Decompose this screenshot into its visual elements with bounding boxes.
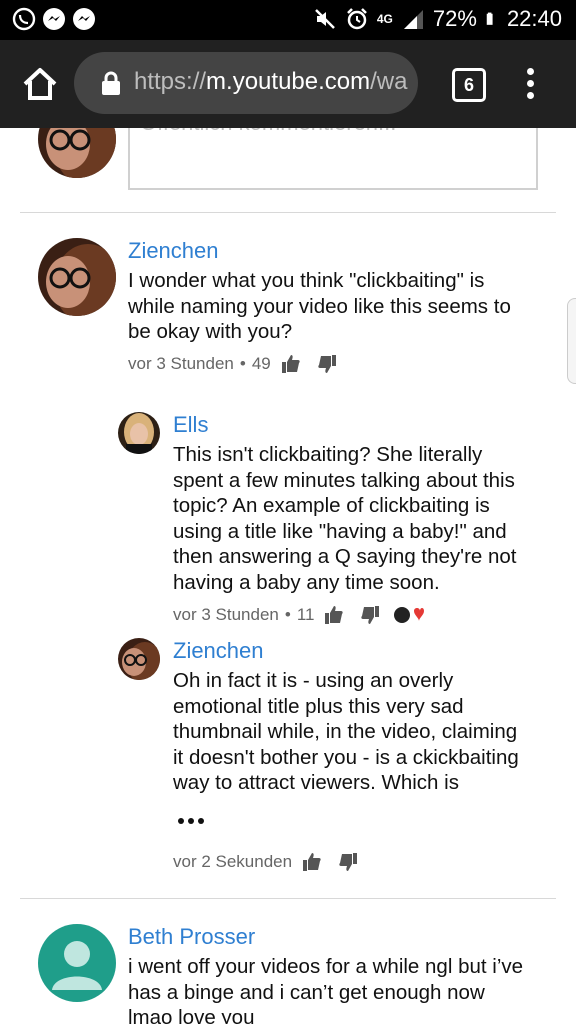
browser-toolbar: https://m.youtube.com/wa 6 [0, 40, 576, 128]
avatar [118, 638, 160, 680]
status-bar: 4G 72% 22:40 [0, 0, 576, 40]
comment-author[interactable]: Zienchen [128, 238, 219, 264]
url-host: m.youtube.com [206, 68, 371, 95]
like-icon[interactable] [324, 605, 344, 625]
messenger-icon [73, 8, 95, 30]
comment-meta: vor 3 Stunden • 11 [173, 605, 425, 625]
comment-text: i went off your videos for a while ngl b… [128, 955, 524, 1024]
comment-time: vor 3 Stunden [128, 354, 234, 373]
comment-text: This isn't clickbaiting? She literally s… [173, 443, 517, 594]
scroll-handle[interactable] [567, 298, 576, 384]
url-scheme: https:// [134, 68, 207, 95]
url-path: /wa [370, 68, 408, 95]
comment-time: vor 3 Stunden [173, 605, 279, 624]
avatar [38, 128, 116, 178]
comment-time: vor 2 Sekunden [173, 852, 293, 871]
creator-heart-icon [394, 607, 425, 623]
like-count: 49 [251, 354, 271, 373]
mute-icon [314, 9, 335, 29]
dislike-icon[interactable] [317, 354, 337, 374]
comment-input[interactable]: Öffentlich kommentieren... [128, 128, 538, 190]
comment-author[interactable]: Beth Prosser [128, 924, 255, 950]
signal-icon [403, 10, 423, 29]
comments-section: Öffentlich kommentieren... Zienchen I wo… [0, 128, 576, 1024]
like-count: 11 [296, 605, 315, 624]
home-icon[interactable] [20, 64, 60, 104]
avatar [118, 412, 160, 454]
dislike-icon[interactable] [338, 852, 358, 872]
avatar [38, 924, 116, 1002]
dislike-icon[interactable] [360, 605, 380, 625]
battery-icon [486, 12, 493, 25]
read-more-button[interactable] [178, 818, 204, 824]
url-bar[interactable]: https://m.youtube.com/wa [74, 52, 418, 114]
tab-switcher-button[interactable]: 6 [452, 68, 486, 102]
alarm-icon [346, 8, 367, 30]
lock-icon [102, 71, 120, 95]
clock: 22:40 [506, 6, 562, 31]
like-icon[interactable] [281, 354, 301, 374]
comment-meta: vor 3 Stunden • 49 [128, 354, 337, 374]
messenger-icon [43, 8, 65, 30]
divider [20, 212, 556, 213]
comment-meta: vor 2 Sekunden [173, 852, 358, 872]
battery-percent: 72% [432, 6, 477, 31]
whatsapp-icon [12, 7, 36, 31]
like-icon[interactable] [302, 852, 322, 872]
comment-placeholder: Öffentlich kommentieren... [140, 128, 396, 136]
avatar [38, 238, 116, 316]
url-text: https://m.youtube.com/wa [134, 68, 407, 96]
comment-author[interactable]: Ells [173, 412, 208, 438]
comment-text: Oh in fact it is - using an overly emoti… [173, 669, 519, 794]
overflow-menu-icon[interactable] [522, 68, 538, 104]
divider [20, 898, 556, 899]
comment-author[interactable]: Zienchen [173, 638, 264, 664]
network-type: 4G [376, 12, 393, 26]
comment-text: I wonder what you think "clickbaiting" i… [128, 269, 511, 343]
